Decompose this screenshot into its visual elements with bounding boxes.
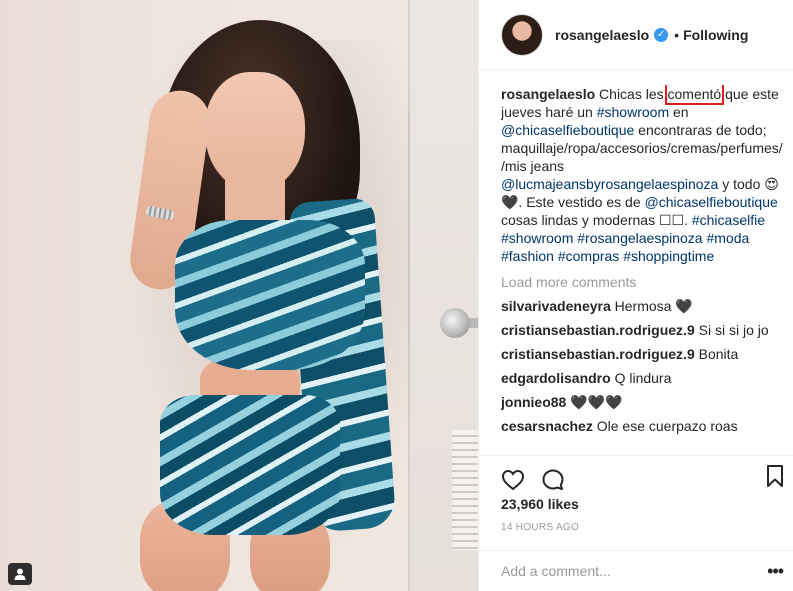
wall-vent bbox=[452, 430, 478, 550]
comment-bubble-icon[interactable] bbox=[541, 468, 565, 492]
caption-text-3: en bbox=[669, 104, 689, 120]
following-button[interactable]: Following bbox=[683, 27, 748, 43]
dress-top bbox=[175, 220, 365, 370]
caption: rosangelaeslo Chicas les comentó que est… bbox=[501, 85, 783, 265]
post-timestamp[interactable]: 14 HOURS AGO bbox=[501, 522, 579, 533]
comment-username[interactable]: jonnieo88 bbox=[501, 394, 566, 410]
hashtag-link[interactable]: #moda bbox=[706, 230, 749, 246]
hashtag-link[interactable]: #showroom bbox=[597, 104, 669, 120]
hashtag-link[interactable]: #chicaselfie bbox=[692, 212, 765, 228]
comment-item: cesarsnachez Ole ese cuerpazo roas bbox=[501, 417, 783, 435]
hashtag-link[interactable]: #shoppingtime bbox=[623, 248, 714, 264]
caption-text-1: Chicas les bbox=[595, 86, 668, 102]
post-header: rosangelaeslo ✓ • Following bbox=[479, 0, 793, 70]
post-sidebar: rosangelaeslo ✓ • Following rosangelaesl… bbox=[478, 0, 793, 591]
comment-text: Hermosa 🖤 bbox=[614, 298, 693, 314]
comment-text: Q lindura bbox=[614, 370, 672, 386]
comment-item: jonnieo88 🖤🖤🖤 bbox=[501, 393, 783, 411]
dress-shorts bbox=[160, 395, 340, 535]
neck bbox=[225, 170, 285, 220]
hashtag-link[interactable]: #showroom bbox=[501, 230, 573, 246]
comment-text: 🖤🖤🖤 bbox=[570, 394, 623, 410]
caption-text-6: cosas lindas y modernas ☐☐. bbox=[501, 212, 692, 228]
hashtag-link[interactable]: #rosangelaespinoza bbox=[577, 230, 702, 246]
add-comment-bar: ••• bbox=[479, 550, 793, 591]
comment-item: cristiansebastian.rodriguez.9 Si si si j… bbox=[501, 321, 783, 339]
comments-list[interactable]: rosangelaeslo Chicas les comentó que est… bbox=[501, 85, 783, 455]
comment-username[interactable]: cristiansebastian.rodriguez.9 bbox=[501, 322, 695, 338]
comment-username[interactable]: cristiansebastian.rodriguez.9 bbox=[501, 346, 695, 362]
comment-text: Si si si jo jo bbox=[698, 322, 769, 338]
likes-count[interactable]: 23,960 likes bbox=[501, 496, 579, 512]
heart-icon[interactable] bbox=[501, 468, 525, 492]
comment-username[interactable]: edgardolisandro bbox=[501, 370, 611, 386]
hashtag-link[interactable]: #compras bbox=[558, 248, 619, 264]
action-bar bbox=[479, 455, 793, 495]
post-photo[interactable] bbox=[0, 0, 478, 591]
comment-username[interactable]: cesarsnachez bbox=[501, 418, 593, 434]
comment-text: Ole ese cuerpazo roas bbox=[596, 418, 738, 434]
mention-link[interactable]: @chicaselfieboutique bbox=[645, 194, 778, 210]
mention-link[interactable]: @lucmajeansbyrosangelaespinoza bbox=[501, 176, 718, 192]
more-options-icon[interactable]: ••• bbox=[767, 561, 784, 582]
comment-item: cristiansebastian.rodriguez.9 Bonita bbox=[501, 345, 783, 363]
hashtag-link[interactable]: #fashion bbox=[501, 248, 554, 264]
comment-item: silvarivadeneyra Hermosa 🖤 bbox=[501, 297, 783, 315]
highlighted-word: comentó bbox=[664, 85, 725, 105]
separator-dot: • bbox=[674, 26, 680, 43]
load-more-comments-button[interactable]: Load more comments bbox=[501, 273, 783, 291]
mention-link[interactable]: @chicaselfieboutique bbox=[501, 122, 634, 138]
door-knob bbox=[440, 308, 470, 338]
header-username[interactable]: rosangelaeslo bbox=[555, 27, 649, 43]
bookmark-icon[interactable] bbox=[765, 464, 785, 488]
avatar[interactable] bbox=[501, 13, 543, 56]
comment-item: edgardolisandro Q lindura bbox=[501, 369, 783, 387]
comment-username[interactable]: silvarivadeneyra bbox=[501, 298, 611, 314]
user-tag-icon[interactable] bbox=[8, 563, 32, 585]
comment-text: Bonita bbox=[698, 346, 739, 362]
verified-badge-icon: ✓ bbox=[654, 27, 669, 42]
caption-username[interactable]: rosangelaeslo bbox=[501, 86, 595, 102]
add-comment-input[interactable] bbox=[501, 563, 768, 579]
